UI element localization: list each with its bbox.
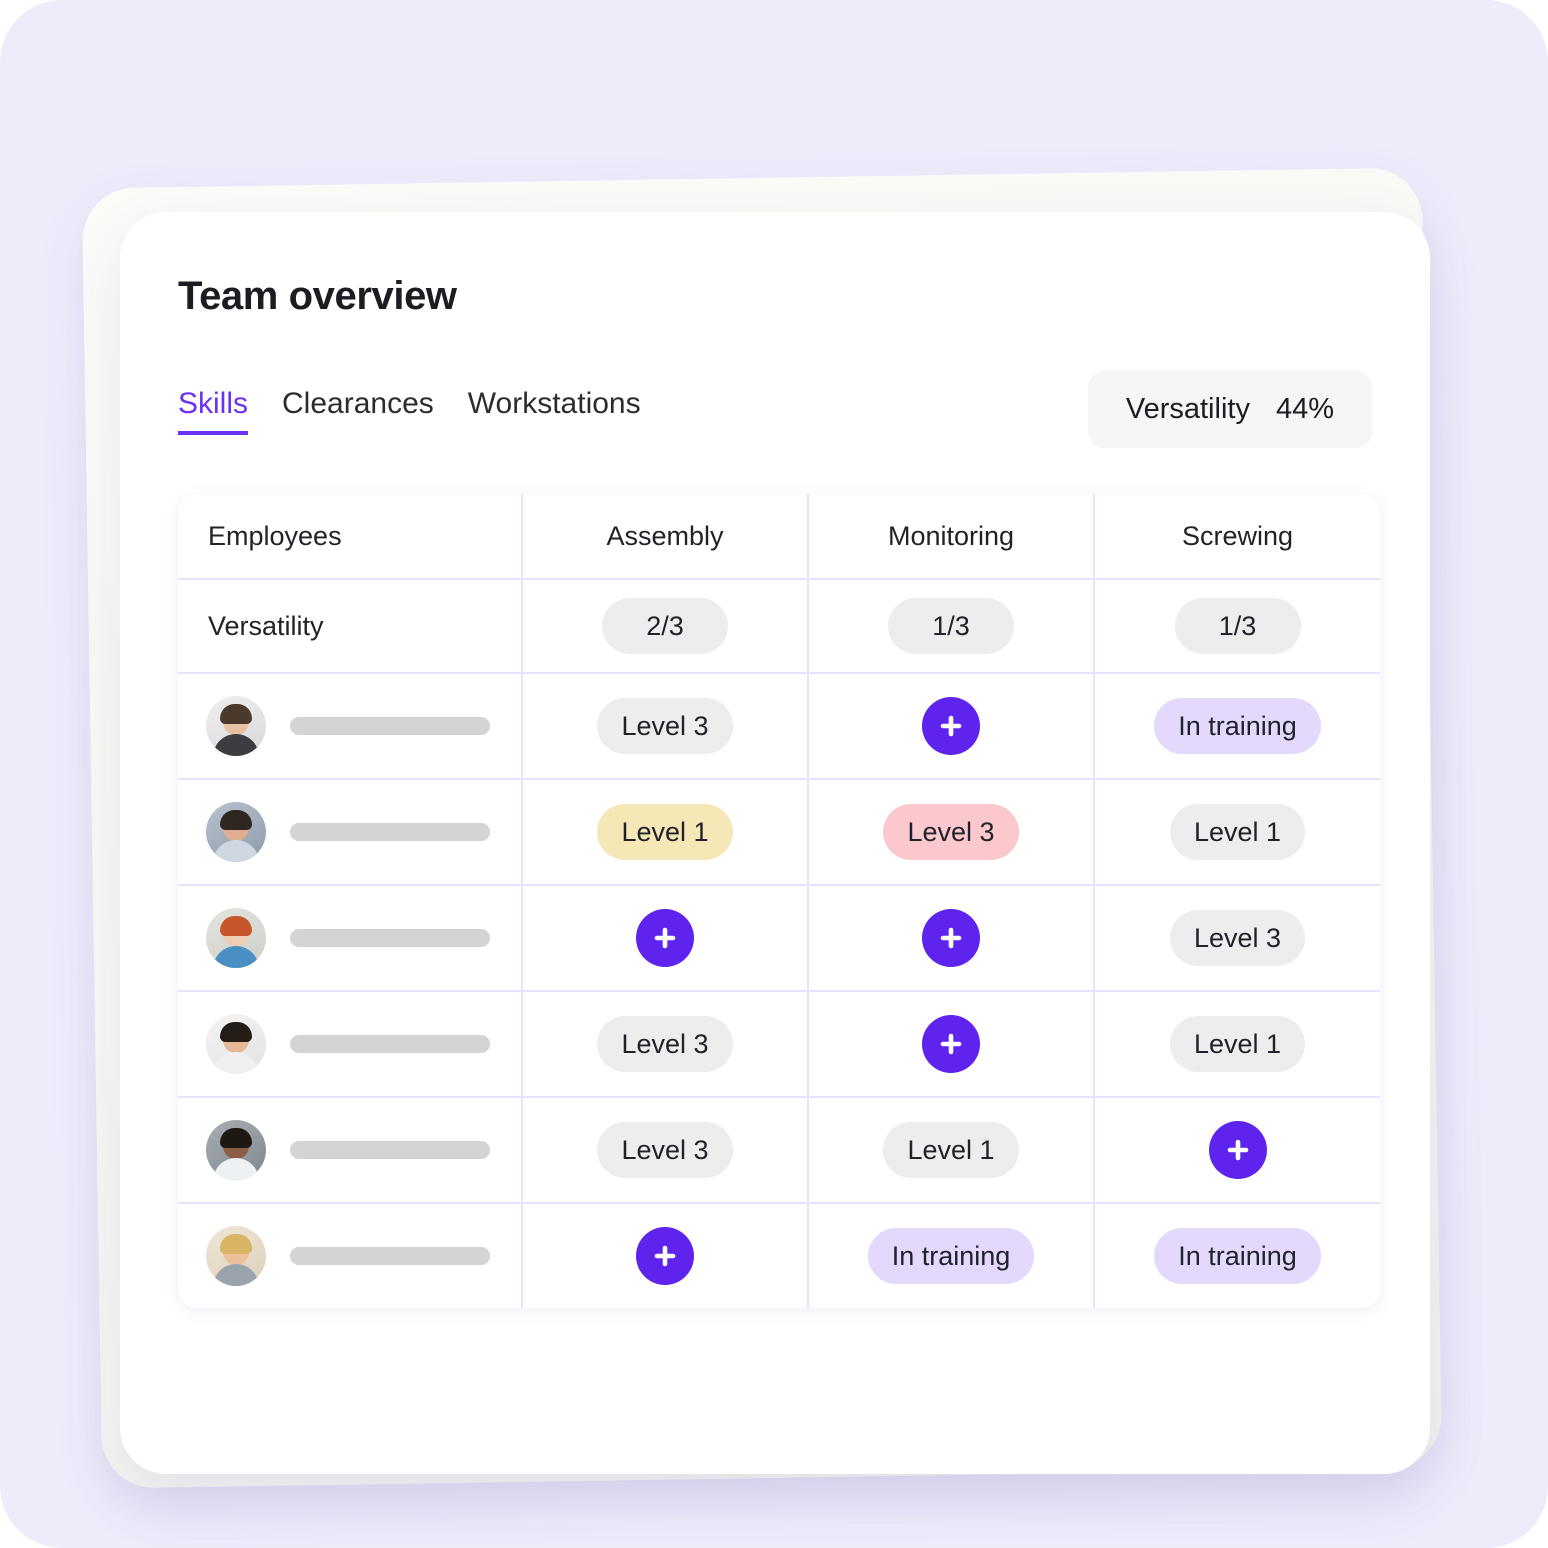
card-content: Team overview Skills Clearances Workstat… — [178, 274, 1380, 1434]
skill-cell-screwing[interactable]: Level 1 — [1094, 779, 1380, 886]
employee-cell — [178, 779, 523, 886]
page-title: Team overview — [178, 274, 457, 318]
skill-cell-monitoring[interactable] — [808, 885, 1095, 992]
team-overview-card: Team overview Skills Clearances Workstat… — [120, 212, 1430, 1474]
employee-cell — [178, 1203, 523, 1308]
tab-list: Skills Clearances Workstations — [178, 388, 641, 435]
table-row: Level 1 Level 3 Level 1 — [178, 779, 1380, 886]
table-row: Level 3 Level 1 — [178, 1097, 1380, 1204]
add-skill-button[interactable] — [636, 1227, 694, 1285]
column-header-monitoring[interactable]: Monitoring — [808, 494, 1095, 580]
employee-name-redacted — [290, 929, 490, 947]
plus-icon — [654, 927, 676, 949]
app-canvas: Team overview Skills Clearances Workstat… — [0, 0, 1548, 1548]
skill-cell-screwing[interactable]: In training — [1094, 1203, 1380, 1308]
skill-cell-screwing[interactable]: Level 3 — [1094, 885, 1380, 992]
skill-level-badge[interactable]: Level 1 — [1169, 1016, 1306, 1072]
avatar — [206, 802, 266, 862]
versatility-row: Versatility 2/3 1/3 1/3 — [178, 579, 1380, 674]
skill-cell-monitoring[interactable] — [808, 673, 1095, 780]
tabs-row: Skills Clearances Workstations Versatili… — [178, 371, 1372, 452]
skill-cell-screwing[interactable] — [1094, 1097, 1380, 1204]
in-training-badge[interactable]: In training — [1154, 1228, 1321, 1284]
plus-icon — [1227, 1139, 1248, 1161]
tab-workstations[interactable]: Workstations — [468, 388, 641, 435]
skill-cell-monitoring[interactable]: Level 3 — [808, 779, 1095, 886]
skill-cell-assembly[interactable] — [522, 885, 809, 992]
skill-level-badge[interactable]: Level 1 — [597, 804, 733, 860]
add-skill-button[interactable] — [922, 697, 980, 755]
skill-cell-monitoring[interactable]: Level 1 — [808, 1097, 1095, 1204]
skill-level-badge[interactable]: Level 1 — [883, 1122, 1019, 1178]
skill-cell-assembly[interactable] — [522, 1203, 809, 1308]
employee-name-redacted — [290, 1035, 490, 1053]
tab-skills[interactable]: Skills — [178, 388, 249, 435]
skill-cell-screwing[interactable]: In training — [1094, 673, 1380, 780]
skills-table: Employees Assembly Monitoring Screwing V… — [178, 494, 1380, 1308]
avatar — [206, 1014, 266, 1074]
employee-name-redacted — [290, 717, 490, 735]
versatility-monitoring-cell: 1/3 — [808, 579, 1095, 674]
versatility-screwing-cell: 1/3 — [1094, 579, 1380, 674]
versatility-row-label: Versatility — [178, 579, 523, 674]
versatility-summary-chip: Versatility 44% — [1087, 371, 1372, 448]
employee-name-redacted — [290, 823, 490, 841]
plus-icon — [940, 1033, 962, 1055]
skill-level-badge[interactable]: Level 3 — [883, 804, 1019, 860]
employee-cell — [178, 991, 523, 1098]
employee-cell — [178, 1097, 523, 1204]
skill-level-badge[interactable]: Level 3 — [597, 698, 733, 754]
table-row: Level 3 In training — [178, 673, 1380, 780]
skill-cell-assembly[interactable]: Level 3 — [522, 991, 809, 1098]
avatar — [206, 696, 266, 756]
in-training-badge[interactable]: In training — [867, 1228, 1035, 1284]
column-header-screwing[interactable]: Screwing — [1094, 494, 1380, 580]
employee-cell — [178, 673, 523, 780]
skill-cell-assembly[interactable]: Level 1 — [522, 779, 809, 886]
add-skill-button[interactable] — [922, 1015, 980, 1073]
skill-level-badge[interactable]: Level 3 — [597, 1122, 733, 1178]
employee-cell — [178, 885, 523, 992]
skill-cell-assembly[interactable]: Level 3 — [522, 1097, 809, 1204]
table-header-row: Employees Assembly Monitoring Screwing — [178, 494, 1380, 580]
employee-name-redacted — [290, 1247, 490, 1265]
versatility-assembly-cell: 2/3 — [522, 579, 809, 674]
skill-level-badge[interactable]: Level 3 — [597, 1016, 733, 1072]
table-body: Versatility 2/3 1/3 1/3 Level 3 In train… — [178, 579, 1380, 1308]
skill-cell-monitoring[interactable]: In training — [808, 1203, 1095, 1308]
skill-cell-monitoring[interactable] — [808, 991, 1095, 1098]
skill-level-badge[interactable]: Level 3 — [1169, 910, 1306, 966]
versatility-ratio-badge: 2/3 — [602, 598, 728, 654]
avatar — [206, 1226, 266, 1286]
plus-icon — [654, 1245, 676, 1267]
versatility-label: Versatility — [1125, 393, 1250, 425]
versatility-ratio-badge: 1/3 — [888, 598, 1014, 654]
table-head: Employees Assembly Monitoring Screwing — [178, 494, 1380, 580]
column-header-assembly[interactable]: Assembly — [522, 494, 809, 580]
versatility-ratio-badge: 1/3 — [1174, 598, 1301, 654]
add-skill-button[interactable] — [922, 909, 980, 967]
avatar — [206, 1120, 266, 1180]
add-skill-button[interactable] — [1208, 1121, 1267, 1179]
skill-level-badge[interactable]: Level 1 — [1169, 804, 1306, 860]
skill-cell-assembly[interactable]: Level 3 — [522, 673, 809, 780]
table-row: Level 3 — [178, 885, 1380, 992]
avatar — [206, 908, 266, 968]
versatility-value: 44% — [1275, 393, 1334, 425]
tab-clearances[interactable]: Clearances — [282, 388, 434, 435]
column-header-employees[interactable]: Employees — [178, 494, 523, 580]
employee-name-redacted — [290, 1141, 490, 1159]
in-training-badge[interactable]: In training — [1154, 698, 1321, 754]
plus-icon — [940, 927, 962, 949]
skill-cell-screwing[interactable]: Level 1 — [1094, 991, 1380, 1098]
plus-icon — [940, 715, 962, 737]
table-row: Level 3 Level 1 — [178, 991, 1380, 1098]
add-skill-button[interactable] — [636, 909, 694, 967]
table-row: In training In training — [178, 1203, 1380, 1308]
